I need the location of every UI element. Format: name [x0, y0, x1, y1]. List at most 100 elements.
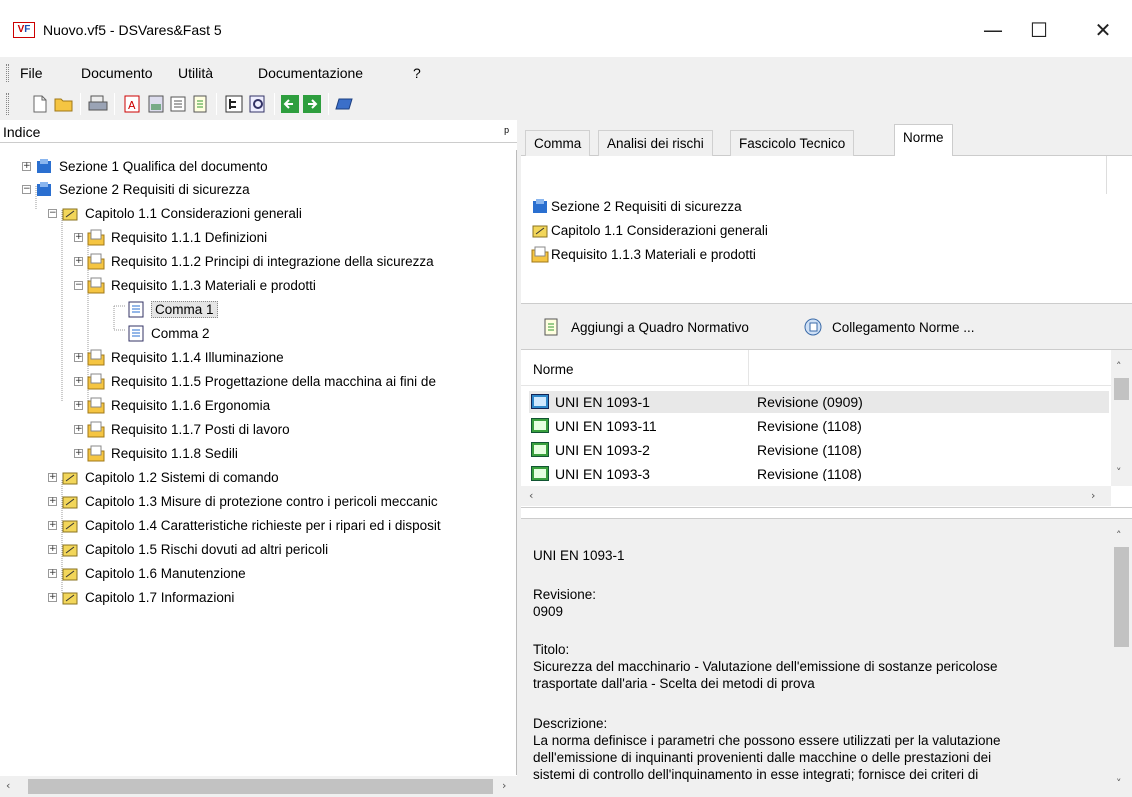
table-row[interactable]: UNI EN 1093-2 Revisione (1108): [529, 439, 1109, 461]
tab-comma[interactable]: Comma: [525, 130, 591, 156]
tree-item[interactable]: + Capitolo 1.4 Caratteristiche richieste…: [48, 514, 441, 536]
table-row[interactable]: UNI EN 1093-1 Revisione (0909): [529, 391, 1109, 413]
menu-grip[interactable]: [6, 64, 9, 82]
tree-item[interactable]: + Capitolo 1.5 Rischi dovuti ad altri pe…: [48, 538, 328, 560]
menu-documento[interactable]: Documento: [81, 65, 153, 81]
toolbar-grip[interactable]: [6, 93, 9, 115]
collapse-icon[interactable]: −: [74, 280, 83, 290]
tree-item[interactable]: + Capitolo 1.2 Sistemi di comando: [48, 466, 279, 488]
scroll-left-icon[interactable]: ‹: [529, 489, 533, 502]
pin-icon[interactable]: ᵖ: [504, 124, 509, 139]
detail-vertical-scrollbar[interactable]: ˄ ˅: [1111, 519, 1132, 797]
tree-item[interactable]: + Sezione 1 Qualifica del documento: [22, 155, 268, 177]
menu-utilita[interactable]: Utilità: [178, 65, 213, 81]
norm-icon: [531, 394, 549, 409]
print-icon[interactable]: [88, 94, 108, 114]
tree-item[interactable]: + Capitolo 1.3 Misure di protezione cont…: [48, 490, 438, 512]
norm-icon: [531, 442, 549, 457]
expand-icon[interactable]: +: [48, 568, 57, 578]
scroll-down-icon[interactable]: ˅: [1116, 466, 1122, 479]
table-row[interactable]: UNI EN 1093-11 Revisione (1108): [529, 415, 1109, 437]
expand-icon[interactable]: +: [74, 256, 83, 266]
norms-horizontal-scrollbar[interactable]: ‹ ›: [521, 486, 1111, 506]
menu-file[interactable]: File: [20, 65, 43, 81]
scroll-down-icon[interactable]: ˅: [1116, 777, 1122, 790]
scroll-right-icon[interactable]: ›: [1091, 489, 1095, 502]
detail-revision-label: Revisione:: [533, 587, 597, 602]
expand-icon[interactable]: +: [48, 544, 57, 554]
open-folder-icon[interactable]: [54, 94, 74, 114]
quadro-normativo-icon[interactable]: [190, 94, 210, 114]
detail-description-value: La norma definisce i parametri che posso…: [533, 733, 1001, 782]
add-quadro-normativo-button[interactable]: Aggiungi a Quadro Normativo: [543, 318, 749, 336]
chapter-icon: [62, 592, 78, 604]
tree-item[interactable]: − Capitolo 1.1 Considerazioni generali: [48, 202, 302, 224]
tree-item[interactable]: + Requisito 1.1.8 Sedili: [74, 442, 238, 464]
document-tools-icon[interactable]: [146, 94, 166, 114]
scroll-thumb[interactable]: [1114, 378, 1129, 400]
expand-icon[interactable]: +: [74, 376, 83, 386]
tree-item[interactable]: + Requisito 1.1.2 Principi di integrazio…: [74, 250, 434, 272]
norms-list: Norme UNI EN 1093-1 Revisione (0909) UNI…: [521, 350, 1132, 508]
scroll-thumb[interactable]: [28, 779, 493, 794]
scroll-right-icon[interactable]: ›: [502, 779, 506, 792]
add-quadro-normativo-label: Aggiungi a Quadro Normativo: [571, 319, 749, 335]
expand-icon[interactable]: +: [48, 496, 57, 506]
tree-item[interactable]: − Requisito 1.1.3 Materiali e prodotti: [74, 274, 316, 296]
scroll-up-icon[interactable]: ˄: [1116, 360, 1122, 373]
expand-icon[interactable]: +: [22, 161, 31, 171]
tab-norme[interactable]: Norme: [894, 124, 953, 157]
collapse-icon[interactable]: −: [48, 208, 57, 218]
list-view-icon[interactable]: [168, 94, 188, 114]
tab-fascicolo-tecnico[interactable]: Fascicolo Tecnico: [730, 130, 855, 156]
link-norms-icon: [804, 318, 822, 336]
back-arrow-icon[interactable]: [280, 94, 300, 114]
tree-item[interactable]: + Requisito 1.1.4 Illuminazione: [74, 346, 284, 368]
pdf-export-icon[interactable]: A: [122, 94, 142, 114]
requirement-icon: [531, 246, 549, 263]
scroll-left-icon[interactable]: ‹: [6, 779, 10, 792]
link-norms-label: Collegamento Norme ...: [832, 319, 975, 335]
expand-icon[interactable]: +: [48, 472, 57, 482]
eraser-icon[interactable]: [334, 94, 354, 114]
tab-analisi-rischi[interactable]: Analisi dei rischi: [598, 130, 713, 156]
tree-item[interactable]: + Requisito 1.1.1 Definizioni: [74, 226, 267, 248]
tree-horizontal-scrollbar[interactable]: ‹ ›: [0, 776, 517, 797]
collapse-icon[interactable]: −: [22, 184, 31, 194]
tree-item[interactable]: Comma 2: [127, 322, 210, 344]
expand-icon[interactable]: +: [74, 424, 83, 434]
link-norms-button[interactable]: Collegamento Norme ...: [804, 318, 975, 336]
expand-icon[interactable]: +: [48, 592, 57, 602]
norm-code: UNI EN 1093-1: [555, 394, 650, 410]
structure-icon[interactable]: [224, 94, 244, 114]
tree-item-label: Capitolo 1.6 Manutenzione: [85, 565, 246, 581]
app-logo-icon: VF: [13, 22, 35, 38]
maximize-button[interactable]: ☐: [1016, 12, 1062, 48]
scroll-up-icon[interactable]: ˄: [1116, 529, 1122, 542]
expand-icon[interactable]: +: [48, 520, 57, 530]
tree-item[interactable]: + Requisito 1.1.7 Posti di lavoro: [74, 418, 290, 440]
column-header-norme[interactable]: Norme: [533, 362, 574, 377]
tree-item-selected[interactable]: Comma 1: [127, 298, 218, 320]
tree-item[interactable]: + Requisito 1.1.5 Progettazione della ma…: [74, 370, 436, 392]
tree-item[interactable]: + Requisito 1.1.6 Ergonomia: [74, 394, 270, 416]
preview-icon[interactable]: [248, 94, 268, 114]
index-panel-title: Indice: [3, 124, 41, 140]
tree-item[interactable]: − Sezione 2 Requisiti di sicurezza: [22, 178, 250, 200]
expand-icon[interactable]: +: [74, 400, 83, 410]
close-button[interactable]: ✕: [1080, 12, 1126, 48]
tree-item[interactable]: + Capitolo 1.7 Informazioni: [48, 586, 234, 608]
new-document-icon[interactable]: [30, 94, 50, 114]
minimize-button[interactable]: —: [970, 12, 1016, 48]
norms-vertical-scrollbar[interactable]: ˄ ˅: [1111, 350, 1132, 486]
menu-documentazione[interactable]: Documentazione: [258, 65, 363, 81]
scroll-thumb[interactable]: [1114, 547, 1129, 647]
chapter-icon: [532, 225, 548, 238]
expand-icon[interactable]: +: [74, 448, 83, 458]
tree-item[interactable]: + Capitolo 1.6 Manutenzione: [48, 562, 246, 584]
expand-icon[interactable]: +: [74, 352, 83, 362]
table-row[interactable]: UNI EN 1093-3 Revisione (1108): [529, 463, 1109, 481]
expand-icon[interactable]: +: [74, 232, 83, 242]
forward-arrow-icon[interactable]: [302, 94, 322, 114]
menu-help[interactable]: ?: [413, 65, 421, 81]
